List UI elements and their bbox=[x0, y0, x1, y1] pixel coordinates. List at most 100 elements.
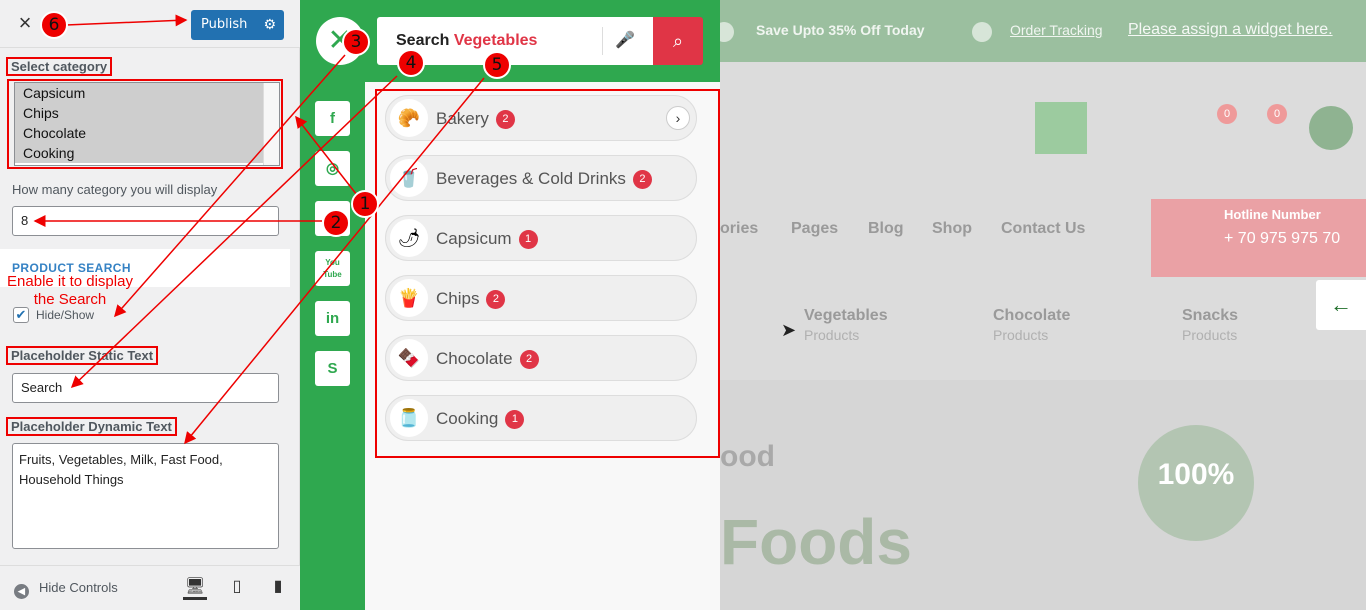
youtube-icon[interactable]: You Tube bbox=[315, 251, 350, 286]
category-count-badge: 1 bbox=[505, 410, 525, 429]
arrow-left-icon[interactable]: ← bbox=[1316, 280, 1366, 330]
instagram-icon[interactable]: ◎ bbox=[315, 151, 350, 186]
gear-icon[interactable]: ⚙ bbox=[263, 10, 276, 40]
hide-controls-label: Hide Controls bbox=[39, 580, 118, 595]
category-option[interactable]: Cooking bbox=[15, 143, 263, 163]
site-preview-dimmed: Save Upto 35% Off Today Order Tracking P… bbox=[720, 0, 1366, 610]
chips-thumb-icon: 🍟 bbox=[390, 279, 428, 317]
hide-controls-button[interactable]: ◀ Hide Controls bbox=[14, 580, 118, 599]
close-icon[interactable]: × bbox=[14, 10, 36, 36]
hotline-number: + 70 975 975 70 bbox=[1224, 230, 1341, 247]
hide-show-label: Hide/Show bbox=[36, 308, 95, 322]
category-item[interactable]: 🥤 Beverages & Cold Drinks 2 bbox=[385, 155, 697, 201]
placeholder-dynamic-textarea[interactable]: Fruits, Vegetables, Milk, Fast Food, Hou… bbox=[12, 443, 279, 549]
annotation-note: Enable it to display the Search bbox=[7, 273, 133, 308]
hero-title: Foods bbox=[720, 506, 912, 578]
category-name: Bakery bbox=[436, 109, 489, 128]
category-name: Cooking bbox=[436, 409, 499, 428]
site-search-button[interactable] bbox=[1035, 102, 1087, 154]
category-name: Chocolate bbox=[436, 349, 513, 368]
mobile-preview-icon[interactable]: ▮ bbox=[266, 576, 290, 600]
marker-5: 5 bbox=[483, 51, 511, 79]
bakery-thumb-icon: 🥐 bbox=[390, 99, 428, 137]
site-category-name: Vegetables bbox=[804, 307, 888, 324]
site-category-sub: Products bbox=[804, 327, 860, 343]
linkedin-icon[interactable]: in bbox=[315, 301, 350, 336]
nav-item[interactable]: Pages bbox=[791, 220, 838, 238]
cooking-thumb-icon: 🫙 bbox=[390, 399, 428, 437]
next-icon bbox=[972, 22, 992, 42]
site-category-sub: Products bbox=[1182, 327, 1238, 343]
nav-item[interactable]: Contact Us bbox=[1001, 220, 1085, 238]
customizer-screen: × Publish ⚙ Select category Capsicum Chi… bbox=[0, 0, 1366, 610]
site-category-item[interactable]: Vegetables Products bbox=[804, 307, 888, 343]
mouse-cursor-icon: ➤ bbox=[781, 320, 797, 340]
marker-1: 1 bbox=[351, 190, 379, 218]
tablet-preview-icon[interactable]: ▯ bbox=[225, 576, 249, 600]
category-option[interactable]: Capsicum bbox=[15, 83, 263, 103]
site-category-item[interactable]: Chocolate Products bbox=[993, 307, 1070, 343]
search-placeholder: Search Vegetables bbox=[396, 32, 537, 50]
beverage-thumb-icon: 🥤 bbox=[390, 159, 428, 197]
category-item[interactable]: 🥐 Bakery 2 › bbox=[385, 95, 697, 141]
hotline-box: Hotline Number + 70 975 975 70 bbox=[1151, 199, 1366, 277]
category-count-badge: 2 bbox=[632, 170, 652, 189]
customizer-panel: × Publish ⚙ Select category Capsicum Chi… bbox=[0, 0, 300, 610]
cart-badge: 0 bbox=[1267, 104, 1287, 124]
facebook-icon[interactable]: f bbox=[315, 101, 350, 136]
organic-badge: 100% bbox=[1138, 425, 1254, 541]
category-count-badge: 1 bbox=[518, 230, 538, 249]
desktop-preview-icon[interactable]: 🖥 bbox=[183, 576, 207, 600]
select-category-label: Select category bbox=[6, 57, 113, 76]
microphone-icon[interactable]: 🎤 bbox=[615, 30, 635, 50]
category-option[interactable]: Chocolate bbox=[15, 123, 263, 143]
category-multiselect[interactable]: Capsicum Chips Chocolate Cooking bbox=[14, 82, 280, 166]
category-item[interactable]: 🍟 Chips 2 bbox=[385, 275, 697, 321]
category-option[interactable]: Chips bbox=[15, 103, 263, 123]
how-many-label: How many category you will display bbox=[12, 182, 218, 197]
search-dynamic-text: Vegetables bbox=[453, 32, 538, 49]
hero-partial-text: ood bbox=[720, 440, 775, 473]
category-count-badge: 2 bbox=[486, 290, 506, 309]
site-category-sub: Products bbox=[993, 327, 1049, 343]
nav-item[interactable]: Blog bbox=[868, 220, 904, 238]
nav-item[interactable]: Shop bbox=[932, 220, 972, 238]
search-static-text: Search bbox=[396, 32, 450, 49]
capsicum-thumb-icon: 🌶 bbox=[390, 219, 428, 257]
chevron-right-icon[interactable]: › bbox=[666, 106, 690, 130]
search-icon: ⌕ bbox=[672, 31, 684, 51]
marker-3: 3 bbox=[342, 28, 370, 56]
placeholder-static-input[interactable]: Search bbox=[12, 373, 279, 403]
search-button[interactable]: ⌕ bbox=[653, 17, 703, 65]
site-category-name: Chocolate bbox=[993, 307, 1071, 324]
chocolate-thumb-icon: 🍫 bbox=[390, 339, 428, 377]
publish-button[interactable]: Publish ⚙ bbox=[191, 10, 284, 40]
customizer-footer: ◀ Hide Controls 🖥 ▯ ▮ bbox=[0, 565, 300, 610]
placeholder-static-label: Placeholder Static Text bbox=[6, 346, 159, 365]
category-item[interactable]: 🫙 Cooking 1 bbox=[385, 395, 697, 441]
category-name: Capsicum bbox=[436, 229, 512, 248]
marker-4: 4 bbox=[397, 49, 425, 77]
site-category-item[interactable]: Snacks Products bbox=[1182, 307, 1238, 343]
category-name: Chips bbox=[436, 289, 480, 308]
placeholder-dynamic-label: Placeholder Dynamic Text bbox=[6, 417, 177, 436]
category-item[interactable]: 🌶 Capsicum 1 bbox=[385, 215, 697, 261]
hotline-label: Hotline Number bbox=[1224, 207, 1321, 222]
promo-text: Save Upto 35% Off Today bbox=[756, 22, 925, 38]
widget-placeholder-link[interactable]: Please assign a widget here. bbox=[1128, 21, 1333, 39]
skype-icon[interactable]: S bbox=[315, 351, 350, 386]
select-scrollbar[interactable] bbox=[263, 83, 279, 165]
publish-label: Publish bbox=[201, 17, 248, 32]
hide-show-checkbox[interactable]: ✔ bbox=[13, 307, 29, 323]
nav-item[interactable]: ories bbox=[720, 220, 758, 238]
order-tracking-link[interactable]: Order Tracking bbox=[1010, 22, 1103, 38]
collapse-icon: ◀ bbox=[14, 584, 29, 599]
site-category-name: Snacks bbox=[1182, 307, 1239, 324]
how-many-input[interactable]: 8 bbox=[12, 206, 279, 236]
marker-2: 2 bbox=[322, 209, 350, 237]
user-avatar[interactable] bbox=[1309, 106, 1353, 150]
category-name: Beverages & Cold Drinks bbox=[436, 169, 626, 188]
compare-badge: 0 bbox=[1217, 104, 1237, 124]
search-divider bbox=[602, 27, 603, 55]
category-item[interactable]: 🍫 Chocolate 2 bbox=[385, 335, 697, 381]
